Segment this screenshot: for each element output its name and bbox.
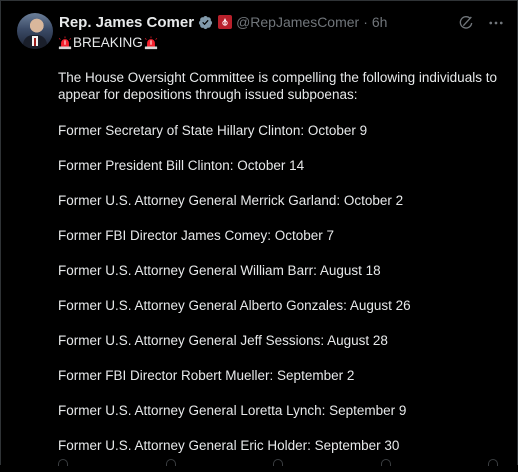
- list-item: Former President Bill Clinton: October 1…: [58, 158, 305, 173]
- post-intro-text: The House Oversight Committee is compell…: [58, 70, 497, 102]
- police-siren-icon: [144, 35, 157, 49]
- police-siren-icon: [58, 35, 72, 49]
- list-item: Former U.S. Attorney General Merrick Gar…: [58, 193, 404, 208]
- post-header: Rep. James Comer @RepJamesComer · 6h: [59, 12, 387, 32]
- author-handle[interactable]: @RepJamesComer: [236, 14, 359, 30]
- post-timestamp[interactable]: 6h: [372, 14, 388, 30]
- list-item: Former U.S. Attorney General Loretta Lyn…: [58, 403, 407, 418]
- list-item: Former FBI Director Robert Mueller: Sept…: [58, 368, 355, 383]
- breaking-label: BREAKING: [73, 35, 143, 50]
- post[interactable]: Rep. James Comer @RepJamesComer · 6h BRE…: [0, 0, 518, 466]
- list-item: Former U.S. Attorney General Jeff Sessio…: [58, 333, 388, 348]
- header-separator: ·: [363, 14, 368, 30]
- list-item: Former FBI Director James Comey: October…: [58, 228, 335, 243]
- more-options-icon[interactable]: [487, 14, 505, 32]
- breaking-line: BREAKING: [58, 34, 508, 51]
- list-item: Former U.S. Attorney General Alberto Gon…: [58, 298, 411, 313]
- post-body-heading: BREAKING: [58, 34, 508, 51]
- author-avatar[interactable]: [17, 13, 53, 49]
- grok-icon[interactable]: [457, 14, 475, 32]
- post-actions: [445, 14, 505, 32]
- list-item: Former U.S. Attorney General William Bar…: [58, 263, 381, 278]
- government-affiliation-icon[interactable]: [218, 15, 233, 29]
- author-name[interactable]: Rep. James Comer: [59, 14, 194, 31]
- avatar-tie: [34, 38, 36, 46]
- subpoena-list: Former Secretary of State Hillary Clinto…: [58, 122, 508, 472]
- verified-badge-icon[interactable]: [198, 15, 213, 30]
- list-item: Former Secretary of State Hillary Clinto…: [58, 123, 368, 138]
- list-item: Former U.S. Attorney General Eric Holder…: [58, 438, 400, 453]
